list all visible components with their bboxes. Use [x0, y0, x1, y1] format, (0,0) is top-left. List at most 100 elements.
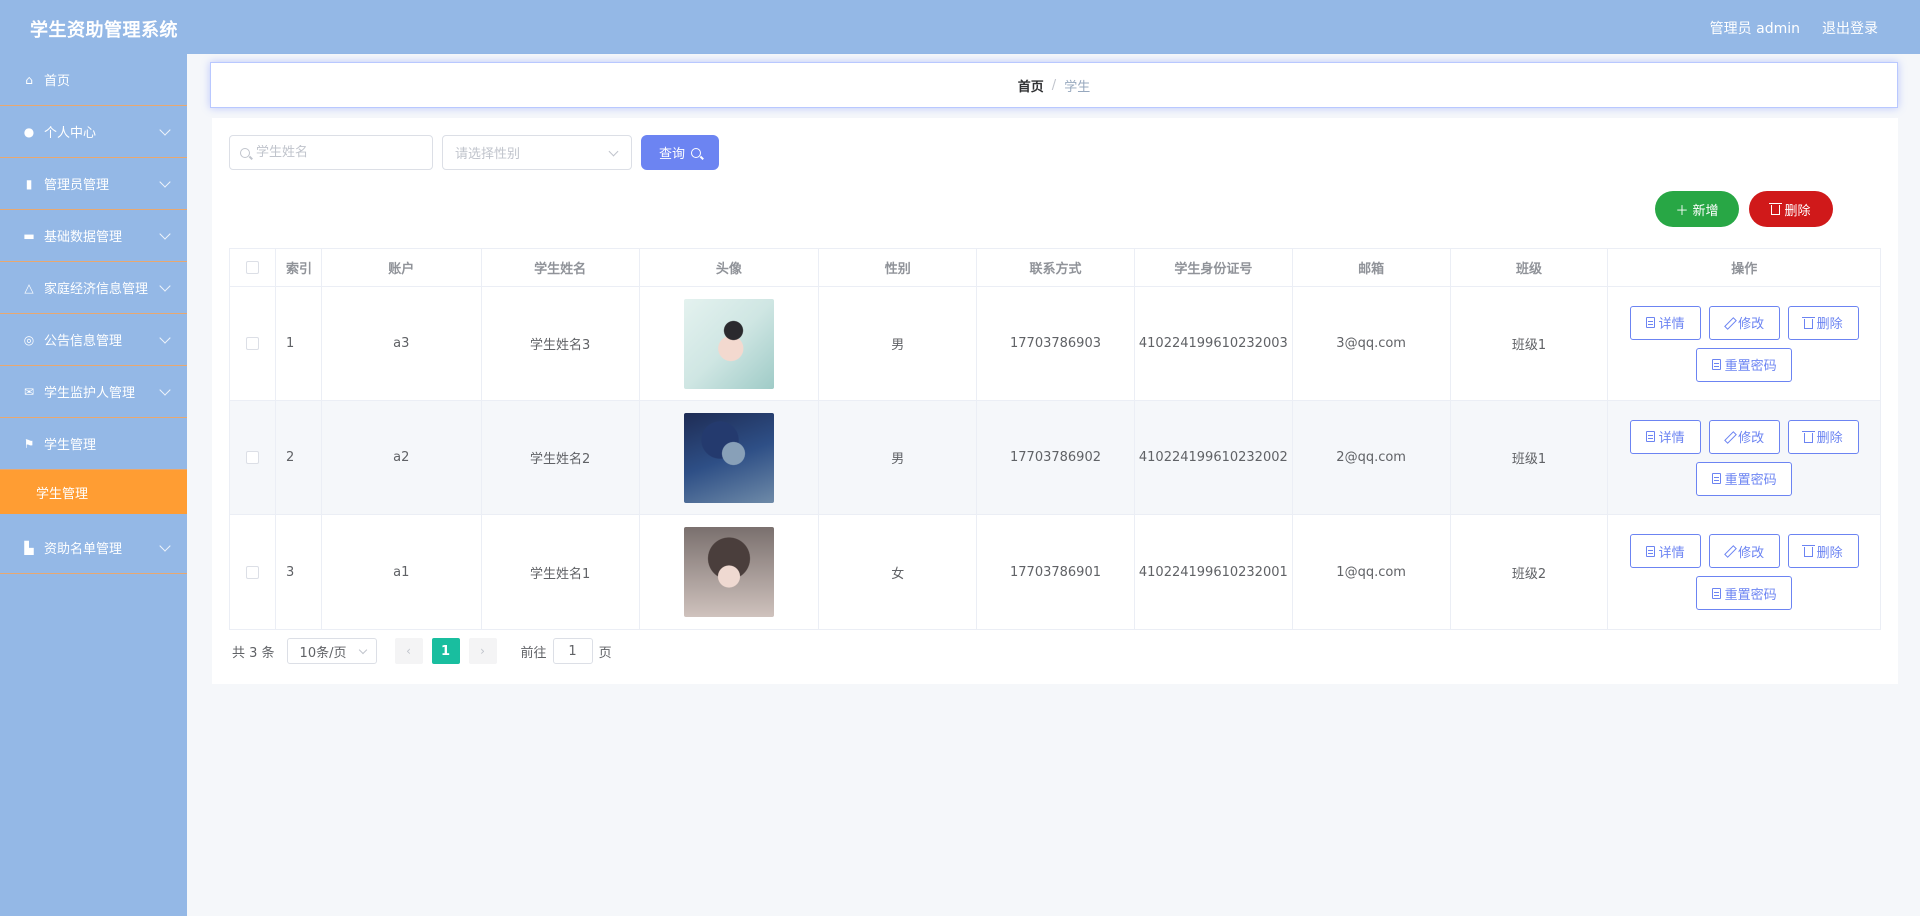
trash-icon: [1769, 203, 1783, 215]
sidebar-item-student[interactable]: ⚑ 学生管理: [0, 418, 187, 470]
prev-page-button[interactable]: ‹: [394, 638, 423, 664]
select-all-checkbox[interactable]: [245, 261, 259, 274]
sidebar: ⌂ 首页 ● 个人中心 ▮ 管理员管理 ▬ 基础数据管理 △ 家庭经济信息管理 …: [0, 54, 187, 916]
avatar[interactable]: [683, 527, 774, 617]
detail-button[interactable]: 详情: [1629, 419, 1701, 454]
edit-button[interactable]: 修改: [1708, 305, 1780, 340]
student-name-search[interactable]: [229, 135, 433, 170]
user-icon: ●: [23, 124, 35, 139]
page-suffix: 页: [598, 645, 612, 661]
row-actions-line: 详情 修改 删除: [1629, 419, 1859, 454]
column-header: 账户: [322, 249, 482, 286]
index-cell: 3: [276, 515, 322, 629]
sidebar-item-family-economy[interactable]: △ 家庭经济信息管理: [0, 262, 187, 314]
edit-button[interactable]: 修改: [1708, 419, 1780, 454]
delete-button-label: 删除: [1816, 431, 1843, 446]
name-cell: 学生姓名3: [482, 287, 640, 400]
delete-button-label: 删除: [1816, 317, 1843, 332]
id-card-cell: 410224199610232001: [1135, 515, 1293, 629]
account-cell: a3: [322, 287, 482, 400]
student-name-input[interactable]: [256, 145, 416, 160]
row-actions: 详情 修改 删除 重置密码: [1629, 534, 1859, 610]
document-icon: [1711, 473, 1721, 484]
goto-page-input[interactable]: 1: [552, 638, 593, 664]
sidebar-item-guardian[interactable]: ✉ 学生监护人管理: [0, 366, 187, 418]
briefcase-icon: ▬: [23, 228, 35, 243]
row-actions: 详情 修改 删除 重置密码: [1629, 419, 1859, 496]
name-cell: 学生姓名2: [482, 401, 640, 514]
sidebar-item-label: 家庭经济信息管理: [44, 282, 149, 297]
row-actions-line: 详情 修改 删除: [1629, 305, 1859, 340]
page-size-select[interactable]: 10条/页: [286, 638, 377, 664]
sidebar-item-admin[interactable]: ▮ 管理员管理: [0, 158, 187, 210]
column-header: 性别: [819, 249, 978, 286]
row-checkbox[interactable]: [245, 451, 259, 464]
select-all-cell: [230, 249, 276, 286]
row-checkbox[interactable]: [245, 337, 259, 350]
add-button[interactable]: ＋ 新增: [1655, 191, 1739, 227]
delete-button[interactable]: 删除: [1787, 534, 1859, 568]
chevron-down-icon: [358, 645, 367, 655]
sidebar-item-label: 学生管理: [44, 438, 97, 453]
sidebar-subitem-student-management[interactable]: 学生管理: [0, 470, 187, 514]
reset-password-button[interactable]: 重置密码: [1696, 576, 1793, 610]
reset-password-label: 重置密码: [1724, 359, 1777, 374]
email-cell: 1@qq.com: [1293, 515, 1451, 629]
edit-icon: [1724, 546, 1734, 556]
detail-button[interactable]: 详情: [1629, 534, 1701, 568]
delete-button[interactable]: 删除: [1787, 305, 1859, 340]
edit-icon: [1724, 432, 1734, 442]
pagination: 共 3 条 10条/页 ‹ 1 › 前往 1 页: [232, 638, 612, 664]
edit-button[interactable]: 修改: [1708, 534, 1780, 568]
account-cell: a2: [322, 401, 482, 514]
logout-link[interactable]: 退出登录: [1822, 18, 1878, 38]
sidebar-item-profile[interactable]: ● 个人中心: [0, 106, 187, 158]
batch-delete-button[interactable]: 删除: [1749, 191, 1833, 227]
delete-button[interactable]: 删除: [1787, 419, 1859, 454]
chevron-down-icon: [159, 228, 171, 240]
detail-button[interactable]: 详情: [1629, 305, 1701, 340]
delete-button-label: 删除: [1784, 203, 1811, 219]
reset-password-button[interactable]: 重置密码: [1696, 347, 1793, 382]
sidebar-item-label: 个人中心: [44, 126, 97, 141]
chevron-down-icon: [159, 280, 171, 292]
avatar-cell: [640, 287, 820, 400]
breadcrumb-home[interactable]: 首页: [1018, 76, 1044, 95]
sidebar-item-aid-list[interactable]: ▙ 资助名单管理: [0, 522, 187, 574]
top-header: 学生资助管理系统 管理员 admin 退出登录: [0, 0, 1920, 54]
bell-icon: △: [24, 280, 34, 295]
add-button-label: 新增: [1692, 203, 1719, 219]
sidebar-item-label: 基础数据管理: [44, 230, 123, 245]
class-cell: 班级1: [1451, 287, 1609, 400]
detail-button-label: 详情: [1658, 431, 1685, 446]
compass-icon: ◎: [23, 332, 35, 347]
table-row: 2 a2 学生姓名2 男 17703786902 410224199610232…: [230, 401, 1880, 515]
sidebar-item-notice[interactable]: ◎ 公告信息管理: [0, 314, 187, 366]
column-header: 邮箱: [1293, 249, 1451, 286]
gender-cell: 男: [819, 401, 978, 514]
chart-icon: ▮: [25, 176, 33, 191]
chevron-down-icon: [159, 176, 171, 188]
document-icon: [1645, 317, 1655, 328]
avatar[interactable]: [683, 298, 774, 389]
header-actions: 管理员 admin 退出登录: [1710, 18, 1878, 38]
main-panel: 请选择性别 查询 ＋ 新增 删除 索引 账户 学生姓名 头像 性别 联系方式 学…: [212, 118, 1898, 684]
breadcrumb-current: 学生: [1064, 79, 1091, 95]
reset-password-button[interactable]: 重置密码: [1696, 461, 1793, 496]
query-button[interactable]: 查询: [641, 135, 719, 170]
document-icon: [1645, 431, 1655, 442]
avatar[interactable]: [683, 412, 774, 503]
gender-select[interactable]: 请选择性别: [442, 135, 632, 170]
chevron-down-icon: [159, 124, 171, 136]
sidebar-item-base-data[interactable]: ▬ 基础数据管理: [0, 210, 187, 262]
column-header: 班级: [1451, 249, 1609, 286]
account-cell: a1: [322, 515, 482, 629]
document-icon: [1711, 359, 1721, 370]
delete-button-label: 删除: [1816, 545, 1843, 561]
next-page-button[interactable]: ›: [468, 638, 497, 664]
row-checkbox[interactable]: [245, 565, 259, 579]
current-page-number[interactable]: 1: [431, 638, 460, 664]
index-cell: 2: [276, 401, 322, 514]
plus-icon: ＋: [1675, 203, 1689, 219]
sidebar-item-home[interactable]: ⌂ 首页: [0, 54, 187, 106]
